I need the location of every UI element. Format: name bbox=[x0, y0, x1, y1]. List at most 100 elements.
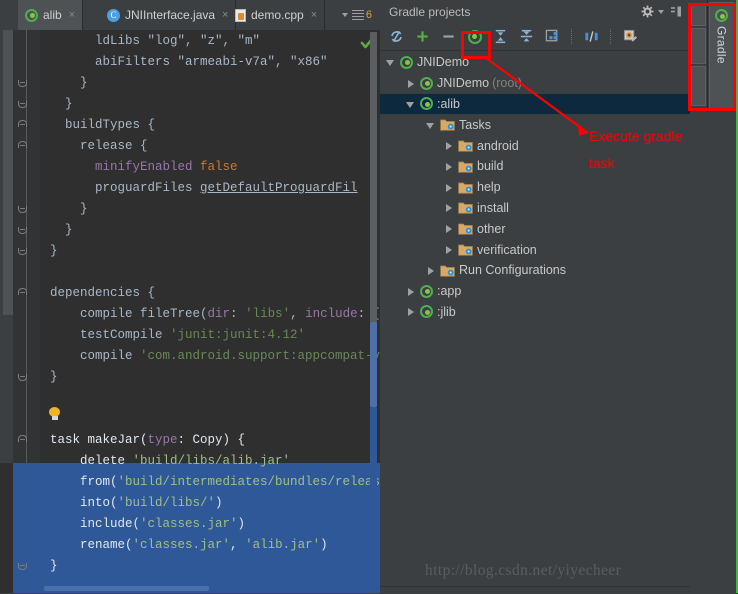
execute-task-icon[interactable] bbox=[464, 26, 485, 47]
editor-tab-label: alib bbox=[43, 8, 62, 22]
selection-highlight-gutter bbox=[0, 463, 13, 593]
code-line: } bbox=[50, 559, 58, 573]
chevron-right-icon[interactable] bbox=[442, 201, 455, 214]
gradle-settings-icon[interactable] bbox=[620, 26, 641, 47]
fold-marker[interactable] bbox=[18, 120, 29, 131]
chevron-right-icon[interactable] bbox=[442, 181, 455, 194]
fold-marker[interactable] bbox=[18, 561, 29, 572]
chevron-down-icon[interactable] bbox=[404, 97, 417, 110]
tree-row-jnidemo[interactable]: JNIDemo bbox=[380, 52, 690, 73]
chevron-right-icon[interactable] bbox=[442, 222, 455, 235]
fold-marker[interactable] bbox=[18, 246, 29, 257]
tree-row-label: install bbox=[477, 200, 509, 215]
chevron-right-icon[interactable] bbox=[442, 243, 455, 256]
tree-row-suffix: (root) bbox=[492, 76, 522, 91]
group-modules-icon[interactable] bbox=[542, 26, 563, 47]
tree-row-verification[interactable]: verification bbox=[380, 239, 690, 260]
fold-marker[interactable] bbox=[18, 225, 29, 236]
tab-overflow-control[interactable]: 6 bbox=[338, 0, 376, 30]
code-content[interactable]: ldLibs "log", "z", "m" abiFilters "armea… bbox=[40, 30, 380, 593]
code-line: into('build/libs/') bbox=[80, 496, 223, 510]
tree-row-install[interactable]: install bbox=[380, 198, 690, 219]
ide-window: alib × C JNIInterface.java × demo.cpp × … bbox=[0, 0, 738, 594]
fold-marker[interactable] bbox=[18, 288, 29, 299]
code-line: compile 'com.android.support:appcompat-v… bbox=[80, 349, 380, 363]
gear-icon[interactable] bbox=[641, 5, 654, 18]
code-line: } bbox=[65, 223, 73, 237]
chevron-down-icon[interactable] bbox=[658, 9, 664, 14]
tab-overflow-count: 6 bbox=[365, 9, 372, 21]
refresh-all-icon[interactable] bbox=[386, 26, 407, 47]
gradle-projects-panel: Gradle projects JNIDemo JNIDemo (root):… bbox=[380, 0, 690, 594]
minus-icon[interactable] bbox=[438, 26, 459, 47]
expand-all-icon[interactable] bbox=[490, 26, 511, 47]
chevron-right-icon[interactable] bbox=[442, 139, 455, 152]
tool-stripe-button[interactable] bbox=[691, 4, 706, 26]
watermark-text: http://blog.csdn.net/yiyecheer bbox=[425, 562, 622, 579]
tree-row-alib[interactable]: :alib bbox=[380, 93, 690, 115]
editor-tab-label: demo.cpp bbox=[251, 8, 304, 22]
intention-bulb-icon[interactable] bbox=[48, 407, 61, 422]
task-folder-icon bbox=[458, 160, 473, 173]
code-line: testCompile 'junit:junit:4.12' bbox=[80, 328, 306, 342]
tree-row-jlib[interactable]: :jlib bbox=[380, 302, 690, 323]
fold-marker[interactable] bbox=[18, 204, 29, 215]
gradle-project-icon bbox=[420, 284, 433, 298]
editor-body[interactable]: ldLibs "log", "z", "m" abiFilters "armea… bbox=[0, 30, 380, 593]
scrollbar-thumb bbox=[370, 32, 377, 322]
code-line: dependencies { bbox=[50, 286, 156, 300]
code-line: minifyEnabled false bbox=[95, 160, 238, 174]
editor-tab-alib[interactable]: alib × bbox=[18, 0, 84, 30]
tree-row-run-configurations[interactable]: Run Configurations bbox=[380, 260, 690, 281]
collapse-all-icon[interactable] bbox=[516, 26, 537, 47]
toggle-offline-icon[interactable] bbox=[581, 26, 602, 47]
gradle-project-icon bbox=[400, 55, 413, 69]
panel-title: Gradle projects bbox=[389, 4, 471, 19]
chevron-right-icon[interactable] bbox=[404, 77, 417, 90]
tree-row-label: Tasks bbox=[459, 117, 491, 132]
editor-scrollbar[interactable] bbox=[370, 30, 377, 593]
tree-row-label: Run Configurations bbox=[459, 263, 567, 278]
code-line: abiFilters "armeabi-v7a", "x86" bbox=[95, 55, 328, 69]
code-line: release { bbox=[80, 139, 148, 153]
editor-tab-democpp[interactable]: demo.cpp × bbox=[228, 0, 326, 30]
editor-tab-label: JNIInterface.java bbox=[125, 8, 216, 22]
plus-icon[interactable] bbox=[412, 26, 433, 47]
chevron-right-icon[interactable] bbox=[404, 285, 417, 298]
chevron-down-icon[interactable] bbox=[384, 56, 397, 69]
fold-marker[interactable] bbox=[18, 141, 29, 152]
chevron-right-icon[interactable] bbox=[442, 160, 455, 173]
horizontal-scrollbar[interactable] bbox=[44, 586, 209, 591]
tree-row-other[interactable]: other bbox=[380, 218, 690, 239]
tool-stripe-button[interactable] bbox=[691, 28, 706, 64]
chevron-right-icon[interactable] bbox=[404, 305, 417, 318]
tree-row-android[interactable]: android bbox=[380, 135, 690, 156]
gradle-icon bbox=[715, 9, 728, 22]
fold-marker[interactable] bbox=[18, 99, 29, 110]
tree-row-help[interactable]: help bbox=[380, 177, 690, 198]
fold-marker[interactable] bbox=[18, 435, 29, 446]
task-folder-icon bbox=[458, 139, 473, 152]
fold-marker[interactable] bbox=[18, 78, 29, 89]
tool-stripe-button[interactable] bbox=[691, 66, 706, 106]
tree-row-label: JNIDemo bbox=[437, 76, 490, 91]
tree-row-tasks[interactable]: Tasks bbox=[380, 114, 690, 135]
chevron-down-icon[interactable] bbox=[424, 118, 437, 131]
gradle-project-icon bbox=[420, 97, 433, 111]
gradle-tool-window-tab[interactable]: Gradle bbox=[709, 2, 734, 110]
editor-tab-jniinterface[interactable]: C JNIInterface.java × bbox=[100, 0, 237, 30]
code-line: } bbox=[50, 370, 58, 384]
cpp-file-icon bbox=[235, 8, 246, 22]
hide-panel-icon[interactable] bbox=[670, 6, 682, 17]
fold-marker[interactable] bbox=[18, 372, 29, 383]
tree-row-label: :jlib bbox=[437, 304, 456, 319]
close-icon[interactable]: × bbox=[69, 9, 75, 21]
gradle-project-tree[interactable]: JNIDemo JNIDemo (root) :alib Tasks andro… bbox=[380, 52, 690, 593]
tree-row-jnidemo-root[interactable]: JNIDemo (root) bbox=[380, 73, 690, 94]
chevron-right-icon[interactable] bbox=[424, 264, 437, 277]
tree-row-app[interactable]: :app bbox=[380, 281, 690, 302]
close-icon[interactable]: × bbox=[311, 9, 317, 21]
code-line: } bbox=[80, 76, 88, 90]
code-line: rename('classes.jar', 'alib.jar') bbox=[80, 538, 328, 552]
tree-row-build[interactable]: build bbox=[380, 156, 690, 177]
